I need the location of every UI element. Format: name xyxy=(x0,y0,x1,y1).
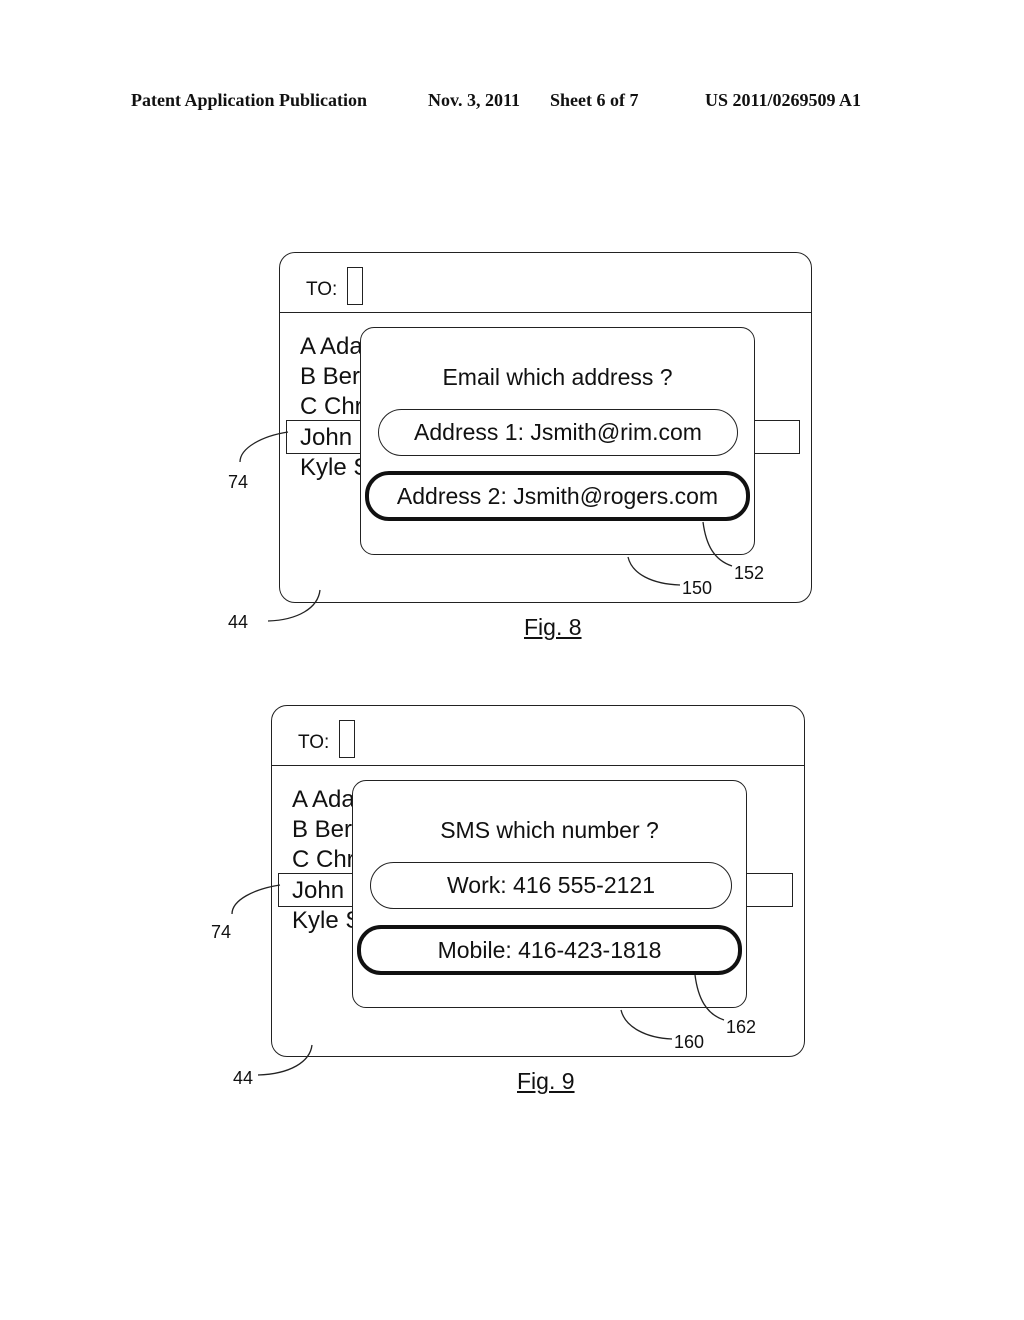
sms-number-popup: SMS which number ? Work: 416 555-2121 Mo… xyxy=(352,780,747,1008)
contact-item[interactable]: B Ber xyxy=(292,816,352,844)
ref-74: 74 xyxy=(211,922,232,942)
ref-162: 162 xyxy=(726,1017,757,1037)
figure-9: TO: A Ada B Ber C Chr John Kyle S SMS wh… xyxy=(0,0,1024,1320)
contact-item-selected[interactable]: John xyxy=(292,877,344,905)
to-field-row: TO: xyxy=(272,706,804,766)
contact-item[interactable]: Kyle S xyxy=(292,907,361,935)
device-screen: TO: A Ada B Ber C Chr John Kyle S SMS wh… xyxy=(271,705,805,1057)
popup-title: SMS which number ? xyxy=(440,817,659,843)
contact-item[interactable]: C Chr xyxy=(292,846,355,874)
figure-caption: Fig. 9 xyxy=(517,1068,575,1094)
to-label: TO: xyxy=(298,732,330,753)
ref-160: 160 xyxy=(674,1032,705,1052)
to-input-cursor[interactable] xyxy=(339,720,355,758)
number-option-mobile-selected[interactable]: Mobile: 416-423-1818 xyxy=(357,925,742,975)
number-option-work[interactable]: Work: 416 555-2121 xyxy=(370,862,732,909)
contact-item[interactable]: A Ada xyxy=(292,786,355,814)
ref-44: 44 xyxy=(233,1068,254,1088)
